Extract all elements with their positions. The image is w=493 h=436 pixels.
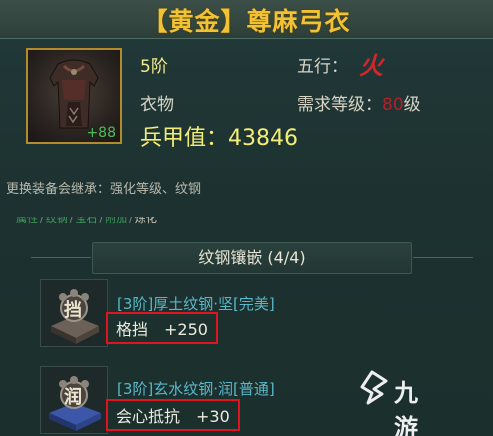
gem-effect-label: 会心抵抗 [116, 407, 181, 426]
requirement-label: 需求等级： [297, 95, 382, 115]
tab-extra[interactable]: 附加 [105, 217, 127, 226]
tab-gems[interactable]: 宝石 [75, 217, 97, 226]
watermark: 九游 [354, 369, 418, 436]
inherit-note: 更换装备会继承：强化等级、纹钢 [6, 182, 202, 197]
title-bar: 【黄金】尊麻弓衣 [0, 0, 493, 39]
gem-badge: 挡 [64, 300, 82, 321]
gem-effect-highlight: 格挡 +250 [106, 312, 218, 344]
requirement-unit: 级 [403, 95, 421, 115]
gem-effect-label: 格挡 [116, 320, 149, 339]
gem-icon: 挡 [40, 279, 108, 347]
requirement-row: 需求等级：80级 [297, 90, 421, 115]
armor-stat-label: 兵甲值： [140, 126, 229, 151]
nine-game-logo-icon [360, 370, 388, 405]
gem-effect-value: +30 [196, 407, 230, 426]
tab-steel[interactable]: 纹钢 [46, 217, 68, 226]
armor-stat-value: 43846 [228, 126, 299, 151]
wuxing-label: 五行： [297, 57, 348, 77]
tab-separator: / [99, 217, 104, 225]
tab-separator: / [69, 217, 74, 225]
item-icon[interactable]: +88 [26, 48, 122, 144]
wuxing-fire-value: 火 [359, 52, 383, 80]
item-kind: 衣物 [140, 95, 174, 115]
tab-separator: / [129, 217, 133, 225]
tab-strip: 属性 / 纹钢 / 宝石 / 附加 / 炼化 [16, 217, 159, 233]
gem-name: [3阶]玄水纹钢·润[普通] [117, 380, 275, 398]
item-grade: 5阶 [140, 57, 168, 77]
item-title: 【黄金】尊麻弓衣 [142, 7, 351, 36]
tab-attributes[interactable]: 属性 [16, 217, 38, 226]
gem-effect-highlight: 会心抵抗 +30 [106, 399, 240, 431]
gem-badge: 润 [64, 387, 82, 408]
tab-separator: / [40, 217, 44, 225]
armor-stat: 兵甲值：43846 [140, 120, 298, 152]
gem-icon: 润 [40, 366, 108, 434]
watermark-text: 九游 [394, 379, 419, 436]
gem-effect-value: +250 [164, 320, 208, 339]
steel-inlay-header: 纹钢镶嵌 (4/4) [31, 242, 473, 274]
equipment-tooltip: 【黄金】尊麻弓衣 +88 5阶 衣物 五行： 火 需求等级：80级 兵甲值：43… [0, 0, 493, 436]
gem-name: [3阶]厚土纹钢·坚[完美] [117, 295, 275, 313]
requirement-level: 80 [382, 95, 404, 115]
tab-refine[interactable]: 炼化 [135, 217, 157, 226]
item-enhance-level: +88 [86, 125, 116, 141]
